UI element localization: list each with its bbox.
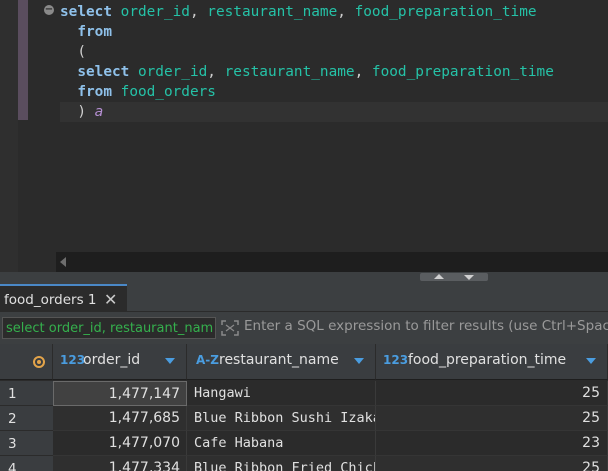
code-line[interactable]: select order_id, restaurant_name, food_p…: [60, 2, 608, 22]
code-token: a: [94, 104, 104, 120]
table-row[interactable]: 1 1,477,147 Hangawi 25: [0, 381, 608, 406]
row-number[interactable]: 2: [0, 406, 53, 431]
column-header-order-id[interactable]: 123 order_id: [53, 344, 187, 380]
sort-arrow-icon[interactable]: [354, 358, 364, 364]
code-area[interactable]: select order_id, restaurant_name, food_p…: [60, 2, 608, 122]
tab-label: food_orders 1: [4, 292, 97, 308]
cell-order-id[interactable]: 1,477,070: [53, 431, 187, 456]
sql-editor[interactable]: − select order_id, restaurant_name, food…: [0, 0, 608, 274]
cell-order-id[interactable]: 1,477,147: [53, 381, 187, 406]
maximize-up-icon[interactable]: [434, 274, 444, 279]
code-token: food_preparation_time: [354, 4, 537, 20]
filter-bar: select order_id, restaurant_nam Enter a …: [0, 312, 608, 344]
scroll-left-arrow-icon[interactable]: [60, 257, 66, 267]
code-token: food_preparation_time: [371, 64, 554, 80]
code-token: ,: [337, 4, 355, 20]
query-text-field[interactable]: select order_id, restaurant_nam: [2, 317, 216, 339]
code-line[interactable]: select order_id, restaurant_name, food_p…: [60, 62, 608, 82]
text-type-icon: A-Z: [196, 353, 219, 367]
select-all-radio-icon[interactable]: [33, 356, 45, 368]
cell-food-preparation-time[interactable]: 25: [376, 406, 608, 431]
code-token: restaurant_name: [224, 64, 355, 80]
column-name: restaurant_name: [219, 352, 339, 368]
column-header-restaurant-name[interactable]: A-Z restaurant_name: [187, 344, 376, 380]
query-block-marker: [18, 0, 28, 120]
splitter-handle[interactable]: [420, 273, 488, 281]
panel-splitter[interactable]: [0, 272, 608, 282]
code-token: ,: [354, 64, 372, 80]
filter-expression-input[interactable]: Enter a SQL expression to filter results…: [244, 318, 608, 338]
cell-restaurant-name[interactable]: Hangawi: [187, 381, 376, 406]
cell-food-preparation-time[interactable]: 25: [376, 456, 608, 471]
tab-food-orders-1[interactable]: food_orders 1 ✕: [0, 284, 127, 312]
code-token: select: [60, 4, 112, 20]
query-text: select order_id, restaurant_nam: [6, 321, 214, 336]
table-row[interactable]: 4 1,477,334 Blue Ribbon Fried Chicken 25: [0, 456, 608, 471]
code-line[interactable]: from: [60, 22, 608, 42]
sort-arrow-icon[interactable]: [586, 358, 596, 364]
fold-minus-icon[interactable]: −: [44, 5, 54, 15]
row-number[interactable]: 1: [0, 381, 53, 406]
code-token: order_id: [137, 64, 208, 80]
code-token: from: [60, 84, 112, 100]
code-token: ): [60, 104, 95, 120]
cell-food-preparation-time[interactable]: 23: [376, 431, 608, 456]
row-number[interactable]: 3: [0, 431, 53, 456]
row-number[interactable]: 4: [0, 456, 53, 471]
code-token: ,: [207, 64, 225, 80]
code-token: (: [60, 44, 86, 60]
filter-brackets-icon[interactable]: [221, 320, 239, 336]
code-token: food_orders: [120, 84, 216, 100]
restore-down-icon[interactable]: [464, 275, 474, 280]
row-number-header[interactable]: [0, 344, 53, 380]
column-header-food-preparation-time[interactable]: 123 food_preparation_time: [376, 344, 608, 380]
results-tabbar: food_orders 1 ✕: [0, 282, 608, 312]
code-token: restaurant_name: [207, 4, 338, 20]
cell-order-id[interactable]: 1,477,685: [53, 406, 187, 431]
column-name: order_id: [83, 352, 141, 368]
column-name: food_preparation_time: [408, 352, 567, 368]
code-token: select: [60, 64, 130, 80]
cell-restaurant-name[interactable]: Blue Ribbon Sushi Izakaya: [187, 406, 376, 431]
close-icon[interactable]: ✕: [104, 290, 117, 309]
numeric-type-icon: 123: [60, 353, 86, 367]
code-line[interactable]: (: [60, 42, 608, 62]
table-row[interactable]: 2 1,477,685 Blue Ribbon Sushi Izakaya 25: [0, 406, 608, 431]
cell-restaurant-name[interactable]: Blue Ribbon Fried Chicken: [187, 456, 376, 471]
numeric-type-icon: 123: [383, 353, 409, 367]
code-token: from: [60, 24, 112, 40]
cell-restaurant-name[interactable]: Cafe Habana: [187, 431, 376, 456]
editor-gutter: [0, 0, 18, 274]
cell-food-preparation-time[interactable]: 25: [376, 381, 608, 406]
editor-horizontal-scrollbar[interactable]: [56, 252, 608, 272]
sort-arrow-icon[interactable]: [165, 358, 175, 364]
code-line[interactable]: from food_orders: [60, 82, 608, 102]
code-line[interactable]: ) a: [60, 102, 608, 122]
code-token: order_id: [120, 4, 190, 20]
cell-order-id[interactable]: 1,477,334: [53, 456, 187, 471]
table-row[interactable]: 3 1,477,070 Cafe Habana 23: [0, 431, 608, 456]
results-grid[interactable]: 123 order_id A-Z restaurant_name 123 foo…: [0, 344, 608, 471]
code-token: ,: [189, 4, 208, 20]
